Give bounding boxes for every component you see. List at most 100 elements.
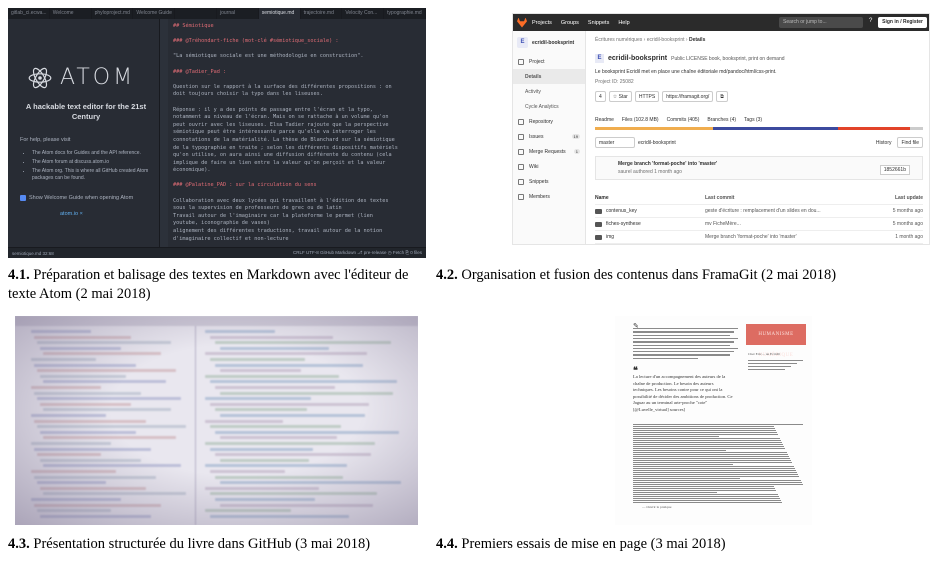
protocol-dropdown[interactable]: HTTPS [634,91,660,102]
breadcrumb-parent[interactable]: Écritures numériques [595,37,642,43]
sidebar-item[interactable]: Members [513,189,585,204]
checkbox-checked-icon[interactable] [20,195,26,201]
sidebar-item[interactable]: Snippets [513,174,585,189]
sidebar-project-header[interactable]: E ecridil-booksprint [513,31,585,54]
code-line[interactable]: ### @Tadier_Pad : [173,69,423,77]
find-file-button[interactable]: Find file [897,137,923,148]
atom-io-link[interactable]: atom.io × [60,211,83,217]
atom-tab[interactable]: trajectoire.md [301,8,343,19]
commit-sha[interactable]: 1852661b [879,165,910,175]
stat-commits[interactable]: Commits (405) [667,117,700,123]
atom-editor-pane[interactable]: ## Sémiotique ### @Tréhondart-fiche (mot-… [160,19,426,247]
nav-projects[interactable]: Projects [532,20,552,26]
code-line[interactable] [173,99,423,107]
code-line[interactable]: Réponse : il y a des points de passage e… [173,107,423,115]
branch-select[interactable]: master [595,137,635,148]
code-line[interactable]: youtube, iconographie de vases) [173,220,423,228]
sidebar-item[interactable]: Cycle Analytics [513,99,585,114]
code-line[interactable]: ### @Palatine_PAD : sur la circulation d… [173,182,423,190]
quote-mark-icon: ❝ [633,365,638,375]
code-line[interactable]: ### @Tréhondart-fiche (mot-clé #sémiotiq… [173,38,423,46]
sidebar-icon [518,58,524,65]
clone-url-field[interactable]: https://framagit.org/ [662,91,714,102]
sidebar-project-name: ecridil-booksprint [532,39,575,46]
welcome-guide-checkbox[interactable]: Show Welcome Guide when opening Atom [20,195,133,201]
atom-tab-active[interactable]: semiotique.md [258,8,301,19]
code-line[interactable]: connotations de la matérialité. La thèse… [173,137,423,145]
stat-readme[interactable]: Readme [595,117,614,123]
history-link[interactable]: History [876,140,892,146]
sign-in-button[interactable]: Sign in / Register [878,17,927,28]
code-line[interactable]: notamment au niveau de l'écran. Mais on … [173,114,423,122]
sidebar-item[interactable]: Merge Requests 1 [513,144,585,159]
file-name-cell[interactable]: img [595,234,705,240]
table-row[interactable]: img Merge branch 'format-poche' into 'mas… [595,231,923,244]
stat-files[interactable]: Files (102.8 MB) [622,117,659,123]
atom-tab[interactable]: Velocity Con... [342,8,385,19]
atom-tab[interactable]: Welcome [50,8,92,19]
last-commit-cell[interactable]: Merge branch 'format-poche' into 'master… [705,234,855,240]
atom-code-text[interactable]: ## Sémiotique ### @Tréhondart-fiche (mot-… [173,23,423,243]
sidebar-item[interactable]: Details [513,69,585,84]
code-line[interactable]: doit toujours choisir la typo dans les l… [173,91,423,99]
code-line[interactable]: ## Sémiotique [173,23,423,31]
atom-help-item[interactable]: The Atom docs for Guides and the API ref… [32,150,154,157]
file-name-cell[interactable]: contenus_key [595,208,705,214]
sidebar-item[interactable]: Activity [513,84,585,99]
code-line[interactable]: sémiotique peut être intéressante parce … [173,129,423,137]
code-line[interactable]: Collaboration avec deux lycées qui trava… [173,198,423,206]
atom-tab[interactable]: journal [217,8,259,19]
code-line[interactable]: "La sémiotique sociale est une méthodolo… [173,53,423,61]
text-line [748,366,791,368]
commit-message[interactable]: Merge branch 'format-poche' into 'master… [618,161,916,167]
atom-tab[interactable]: gitlab_ci.ecwa... [8,8,50,19]
stat-branches[interactable]: Branches (4) [707,117,736,123]
sidebar-item[interactable]: Wiki [513,159,585,174]
atom-help-item[interactable]: The Atom org. This is where all GitHub c… [32,168,154,182]
nav-groups[interactable]: Groups [561,20,579,26]
table-row[interactable]: contenus_key geste d'écriture : remplacem… [595,205,923,218]
atom-welcome-pane: ATOM A hackable text editor for the 21st… [8,19,160,247]
last-commit-cell[interactable]: mv FicheMère... [705,221,855,227]
code-line[interactable]: implique de faire un lien entre la valeu… [173,160,423,168]
help-icon[interactable]: ? [869,18,872,24]
code-line[interactable]: sous la supervision de professeurs de gr… [173,205,423,213]
file-name[interactable]: contenus_key [606,208,637,214]
atom-tab[interactable] [175,8,217,19]
column-last-commit: Last commit [705,195,735,201]
code-line[interactable] [173,190,423,198]
text-line [633,502,782,504]
copy-icon[interactable]: ⧉ [716,91,728,102]
sidebar-item[interactable]: Project [513,54,585,69]
code-line[interactable] [173,61,423,69]
atom-help-item[interactable]: The Atom forum at discuss.atom.io [32,159,154,166]
last-commit-cell[interactable]: geste d'écriture : remplacement d'un sli… [705,208,855,214]
file-name-cell[interactable]: fiches-synthese [595,221,705,227]
code-line[interactable] [173,175,423,183]
code-line[interactable]: Question sur le rapport à la surface des… [173,84,423,92]
atom-tab[interactable]: phyloproject.md [92,8,134,19]
gitlab-logo-icon[interactable] [517,17,527,28]
code-line[interactable]: d'imaginaire collectif et non-lecture [173,236,423,244]
code-line[interactable]: de la typographie en traite ; selon les … [173,145,423,153]
nav-snippets[interactable]: Snippets [588,20,609,26]
sidebar-item[interactable]: Issues 19 [513,129,585,144]
file-name[interactable]: fiches-synthese [606,221,641,227]
code-line[interactable] [173,76,423,84]
atom-tab[interactable]: Welcome Guide [133,8,176,19]
project-meta: Public LICENSE book, booksprint, print o… [671,55,785,62]
code-line[interactable]: qu'on utilise, on aura ainsi une diffusi… [173,152,423,160]
atom-tab[interactable]: typographie.md [384,8,426,19]
breadcrumb-project[interactable]: ecridil-booksprint [647,37,685,43]
code-line[interactable]: économique). [173,167,423,175]
table-row[interactable]: fiches-synthese mv FicheMère... 5 months a… [595,218,923,231]
nav-help[interactable]: Help [618,20,629,26]
file-name[interactable]: img [606,234,614,240]
code-line[interactable]: alignement des différentes traductions, … [173,228,423,236]
star-button[interactable]: ☆ Star [608,91,632,102]
search-input[interactable]: Search or jump to... [779,17,863,28]
code-line[interactable]: Travail autour de l'imaginaire car la pl… [173,213,423,221]
sidebar-item[interactable]: Repository [513,114,585,129]
column-name: Name [595,195,609,201]
stat-tags[interactable]: Tags (3) [744,117,762,123]
